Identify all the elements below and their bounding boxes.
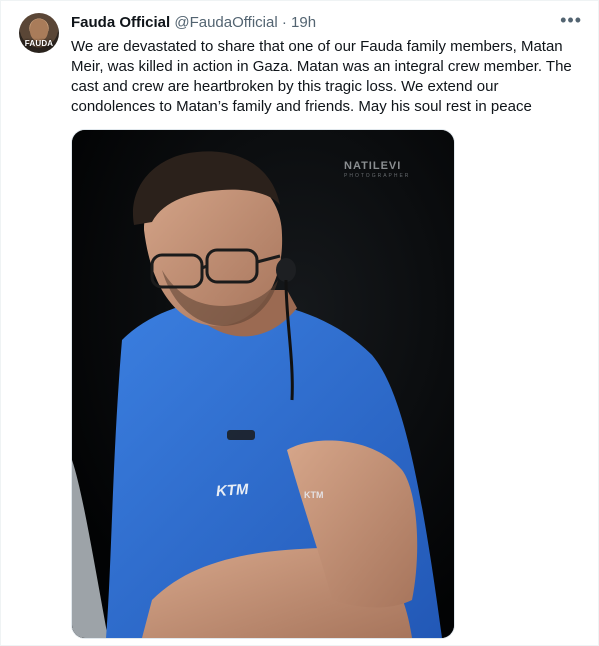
author-handle[interactable]: @FaudaOfficial [174, 14, 277, 31]
author-name[interactable]: Fauda Official [71, 14, 170, 31]
shirt-logo-left: KTM [215, 480, 250, 501]
photo-watermark: NATILEVI [344, 160, 402, 172]
photo-illustration [72, 130, 454, 638]
header-separator: · [281, 14, 287, 31]
tweet-header: Fauda Official @FaudaOfficial · 19h [71, 13, 578, 33]
tweet-time[interactable]: 19h [291, 14, 316, 31]
photo-watermark-subtitle: PHOTOGRAPHER [344, 173, 411, 179]
more-horizontal-icon[interactable]: ••• [560, 11, 582, 29]
author-avatar[interactable]: FAUDA [19, 13, 59, 53]
tweet-card[interactable]: FAUDA Fauda Official @FaudaOfficial · 19… [0, 0, 599, 646]
shirt-logo-right: KTM [304, 490, 324, 500]
tweet-text: We are devastated to share that one of o… [71, 38, 572, 115]
tweet-photo[interactable]: NATILEVI PHOTOGRAPHER KTM KTM [71, 129, 455, 639]
avatar-logo-text: FAUDA [24, 39, 54, 48]
avatar-face [30, 19, 48, 41]
